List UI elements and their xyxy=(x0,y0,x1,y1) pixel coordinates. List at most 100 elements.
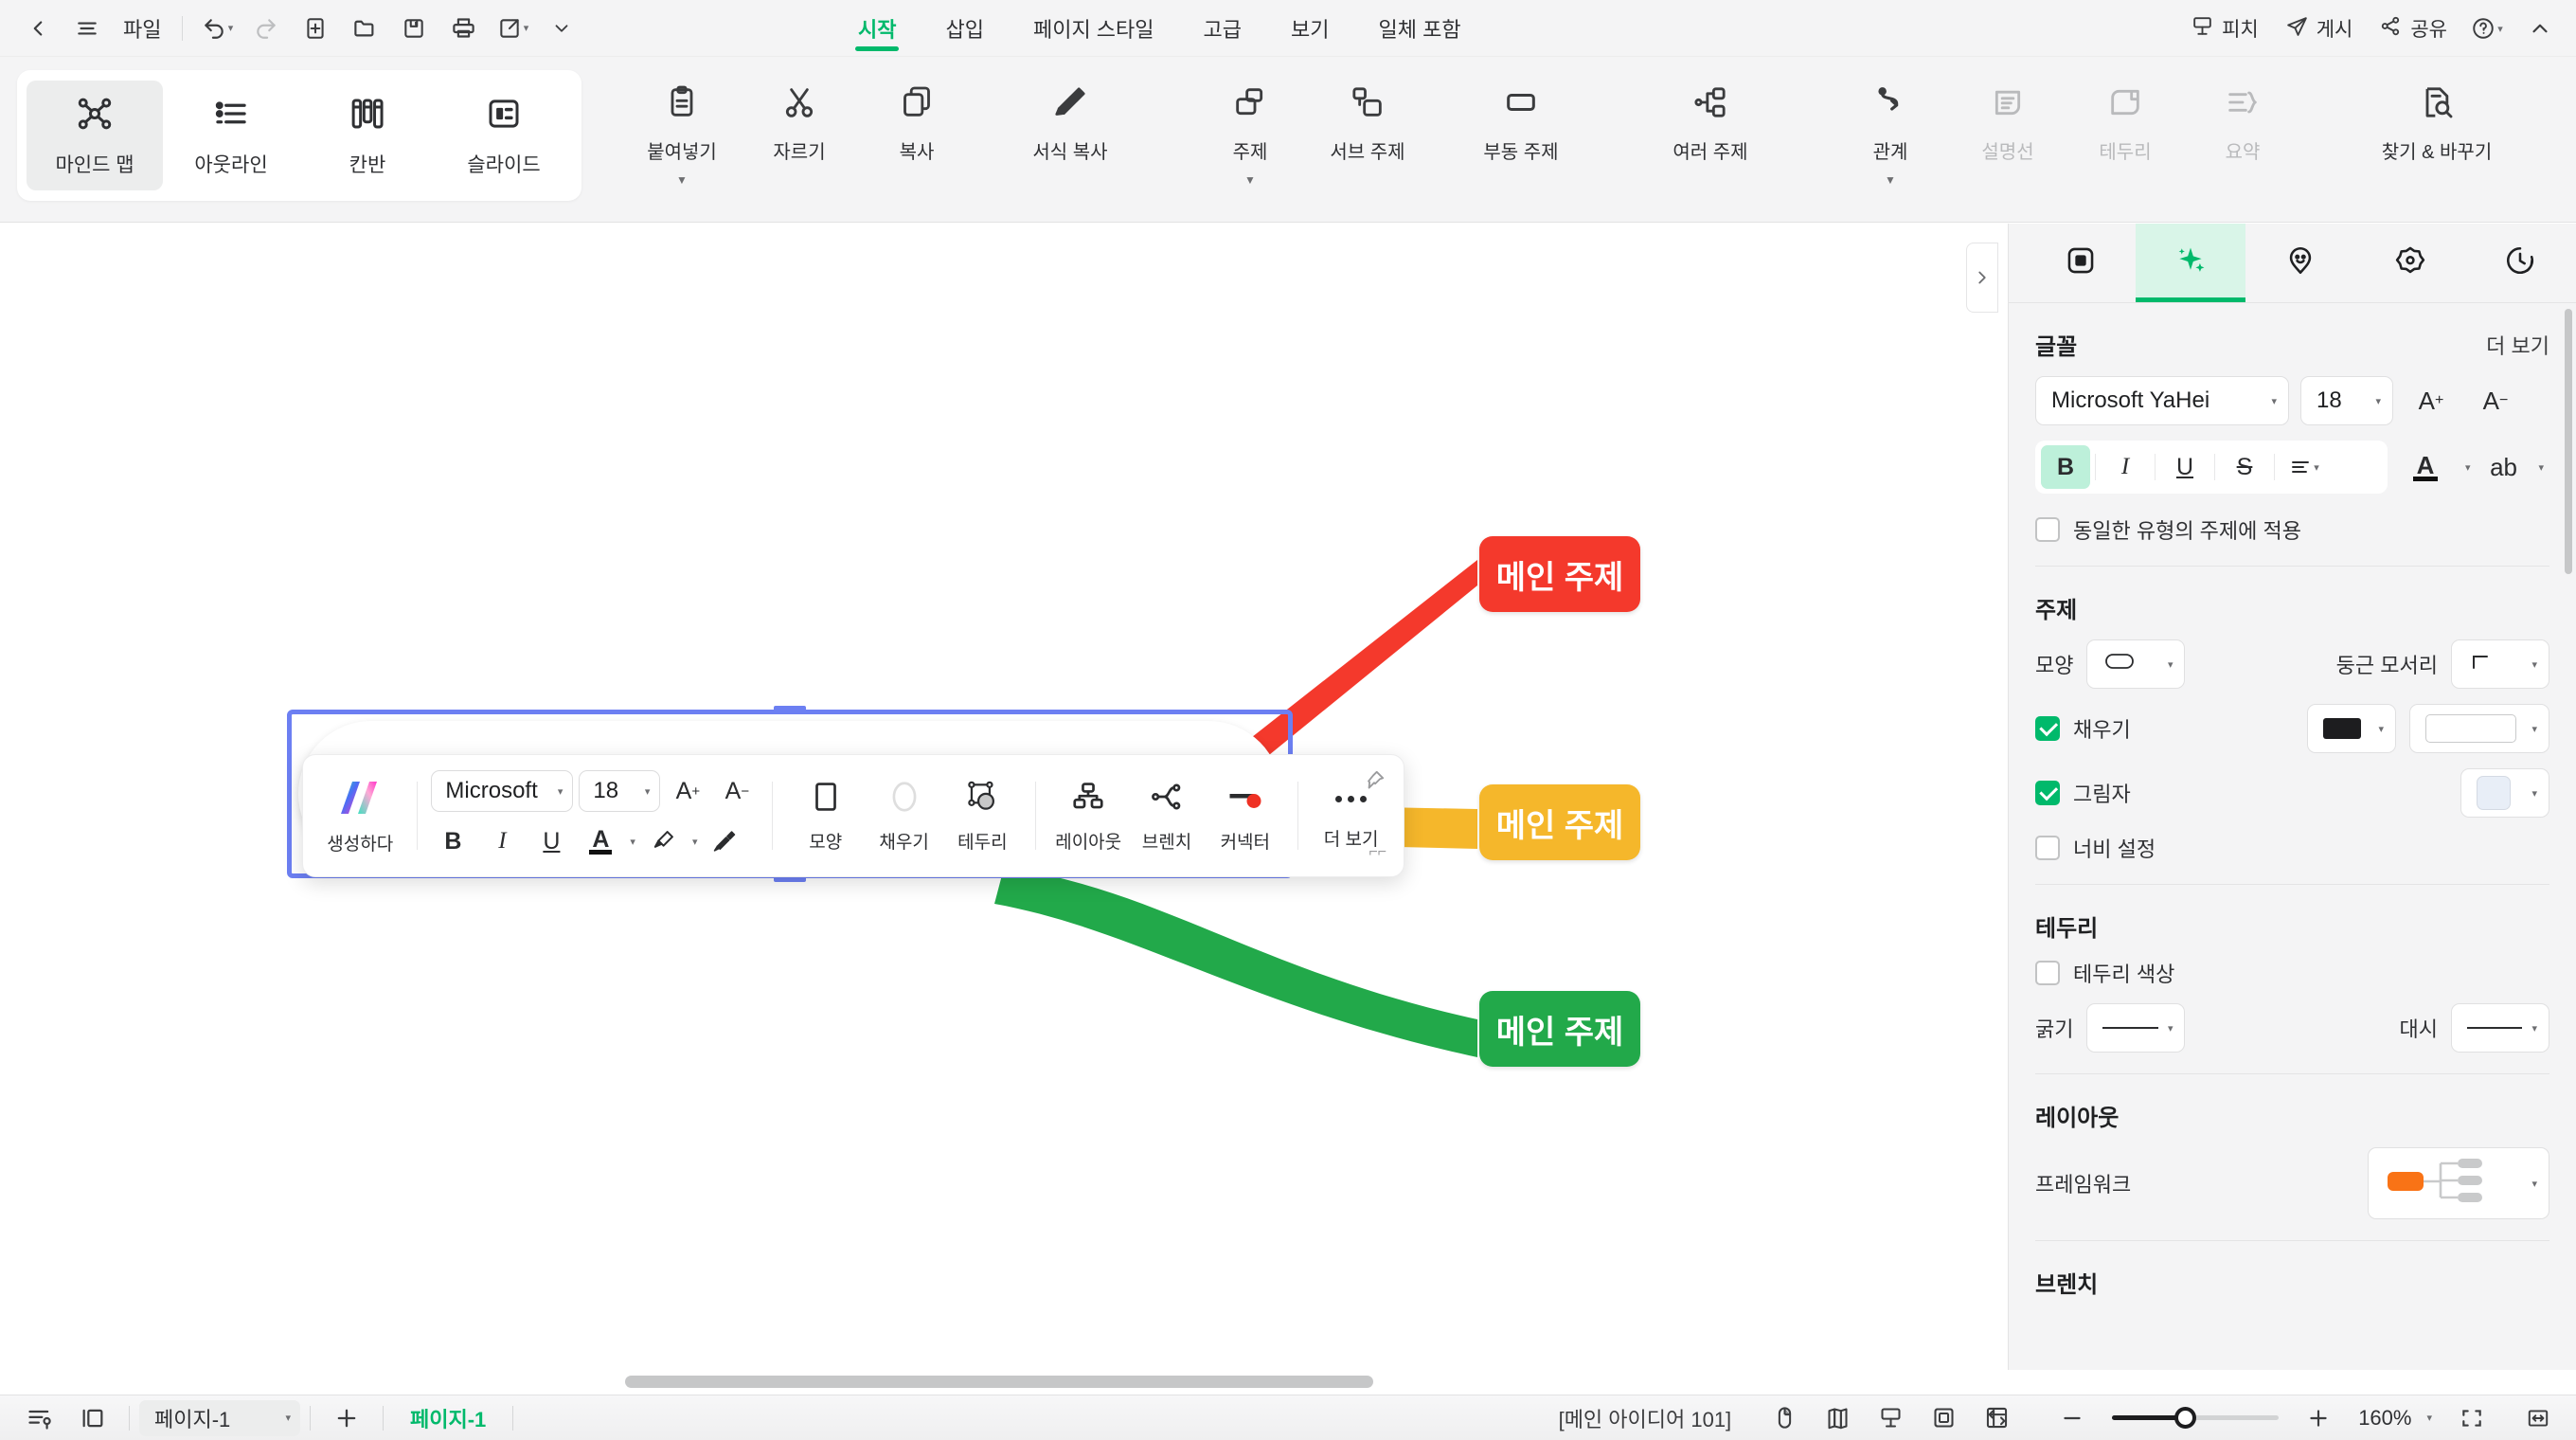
border-tool[interactable]: 테두리 xyxy=(943,773,1022,859)
more-icon[interactable] xyxy=(537,7,586,50)
zoom-in-button[interactable] xyxy=(2292,1398,2345,1438)
font-decrease-icon[interactable]: A − xyxy=(715,771,759,811)
main-topic-node-1[interactable]: 메인 주제 xyxy=(1479,536,1640,612)
fullscreen-icon[interactable] xyxy=(1970,1398,2023,1438)
chevron-down-icon[interactable]: ▾ xyxy=(692,836,698,848)
italic-button[interactable]: I xyxy=(480,821,524,861)
cut-button[interactable]: 자르기 xyxy=(741,72,858,182)
view-mode-mindmap[interactable]: 마인드 맵 xyxy=(27,81,163,190)
layout-tool[interactable]: 레이아웃 xyxy=(1049,773,1128,859)
branch-tool[interactable]: 브렌치 xyxy=(1128,773,1207,859)
publish-button[interactable]: 게시 xyxy=(2274,9,2365,49)
panel-tab-sticker[interactable] xyxy=(2245,224,2355,302)
border-color-checkbox[interactable]: 테두리 색상 xyxy=(2035,958,2174,988)
panel-view-icon[interactable] xyxy=(66,1398,119,1438)
panel-font-color-button[interactable]: A xyxy=(2399,442,2452,492)
connector-tool[interactable]: 커넥터 xyxy=(1206,773,1284,859)
panel-bold-button[interactable]: B xyxy=(2041,445,2090,489)
topic-shape-select[interactable]: ▾ xyxy=(2086,639,2186,689)
save-icon[interactable] xyxy=(389,7,438,50)
tab-일체-포함[interactable]: 일체 포함 xyxy=(1354,0,1486,57)
view-mode-outline[interactable]: 아웃라인 xyxy=(163,81,299,190)
menu-icon[interactable] xyxy=(63,7,112,50)
print-icon[interactable] xyxy=(438,7,488,50)
main-topic-node-2[interactable]: 메인 주제 xyxy=(1479,784,1640,860)
framework-select[interactable]: ▾ xyxy=(2368,1147,2549,1219)
share-button[interactable]: 공유 xyxy=(2368,9,2459,49)
font-more-link[interactable]: 더 보기 xyxy=(2486,330,2549,360)
chevron-down-icon[interactable]: ▼ xyxy=(676,174,688,186)
fit-screen-icon[interactable] xyxy=(1917,1398,1970,1438)
highlighter-icon[interactable] xyxy=(641,821,685,861)
new-icon[interactable] xyxy=(291,7,340,50)
collapse-ribbon-icon[interactable] xyxy=(2515,7,2565,50)
summary-button[interactable]: 요약 xyxy=(2184,72,2301,182)
fit-width-icon[interactable] xyxy=(2512,1398,2565,1438)
subtopic-button[interactable]: 서브 주제 xyxy=(1309,72,1426,182)
export-share-icon[interactable]: ▾ xyxy=(488,7,537,50)
file-menu[interactable]: 파일 xyxy=(112,13,172,44)
copy-button[interactable]: 복사 xyxy=(858,72,975,182)
tab-시작[interactable]: 시작 xyxy=(833,0,921,57)
panel-align-button[interactable]: ▾ xyxy=(2280,445,2329,489)
chevron-down-icon[interactable]: ▼ xyxy=(1885,174,1896,186)
chevron-down-icon[interactable]: ▾ xyxy=(630,836,635,848)
border-weight-select[interactable]: ▾ xyxy=(2086,1003,2186,1053)
help-circle-icon[interactable]: ▾ xyxy=(2462,7,2512,50)
chevron-down-icon[interactable]: ▾ xyxy=(524,22,529,34)
paste-button[interactable]: 붙여넣기 ▼ xyxy=(623,72,741,186)
topic-button[interactable]: 주제 ▼ xyxy=(1191,72,1309,186)
redo-icon[interactable] xyxy=(242,7,291,50)
relationship-button[interactable]: 관계 ▼ xyxy=(1832,72,1949,186)
open-icon[interactable] xyxy=(340,7,389,50)
floating-topic-button[interactable]: 부동 주제 xyxy=(1426,72,1616,182)
panel-strikethrough-button[interactable]: S xyxy=(2220,445,2269,489)
panel-font-family-select[interactable]: Microsoft YaHei ▾ xyxy=(2035,376,2289,425)
tab-보기[interactable]: 보기 xyxy=(1266,0,1353,57)
book-mode-icon[interactable] xyxy=(1811,1398,1864,1438)
callout-button[interactable]: 설명선 xyxy=(1949,72,2066,182)
width-checkbox[interactable]: 너비 설정 xyxy=(2035,833,2156,863)
pitch-mode-icon[interactable] xyxy=(1864,1398,1917,1438)
bold-button[interactable]: B xyxy=(431,821,474,861)
tab-페이지-스타일[interactable]: 페이지 스타일 xyxy=(1009,0,1179,57)
shape-tool[interactable]: 모양 xyxy=(786,773,865,859)
horizontal-scrollbar[interactable] xyxy=(0,1370,2008,1395)
add-page-button[interactable] xyxy=(320,1398,373,1438)
zoom-level-value[interactable]: 160% xyxy=(2358,1406,2411,1431)
fill-color-select[interactable]: ▾ xyxy=(2307,704,2396,753)
panel-collapse-toggle[interactable] xyxy=(1966,243,1998,313)
font-increase-icon[interactable]: A + xyxy=(666,771,709,811)
panel-font-size-select[interactable]: 18 ▾ xyxy=(2300,376,2393,425)
zoom-slider-knob[interactable] xyxy=(2174,1407,2197,1429)
chevron-down-icon[interactable]: ▾ xyxy=(2539,461,2545,474)
view-mode-kanban[interactable]: 칸반 xyxy=(299,81,436,190)
outline-view-icon[interactable] xyxy=(13,1398,66,1438)
mouse-mode-icon[interactable] xyxy=(1758,1398,1811,1438)
page-tab-active[interactable]: 페이지-1 xyxy=(393,1403,503,1433)
fill-checkbox[interactable]: 채우기 xyxy=(2035,713,2131,744)
view-mode-slide[interactable]: 슬라이드 xyxy=(436,81,572,190)
panel-scrollbar[interactable] xyxy=(2565,309,2572,574)
panel-tab-ai-style[interactable] xyxy=(2136,224,2245,302)
boundary-button[interactable]: 테두리 xyxy=(2066,72,2184,182)
mindmap-canvas[interactable]: 신제품 '스마트워치 X' 출시 마케팅 전략 메인 주제 메인 주제 메인 주… xyxy=(0,224,2008,1370)
back-icon[interactable] xyxy=(13,7,63,50)
zoom-out-button[interactable] xyxy=(2046,1398,2099,1438)
font-color-button[interactable]: A xyxy=(579,821,622,861)
font-size-select[interactable]: 18 ▾ xyxy=(579,770,661,812)
find-replace-button[interactable]: 찾기 & 바꾸기 xyxy=(2328,72,2546,182)
font-family-select[interactable]: Microsoft ▾ xyxy=(431,770,574,812)
panel-font-increase-icon[interactable]: A + xyxy=(2405,376,2458,425)
multi-topic-button[interactable]: 여러 주제 xyxy=(1616,72,1805,182)
panel-text-case-button[interactable]: ab xyxy=(2482,442,2526,492)
clear-format-icon[interactable] xyxy=(703,821,746,861)
shadow-style-select[interactable]: ▾ xyxy=(2460,768,2549,818)
panel-font-decrease-icon[interactable]: A − xyxy=(2469,376,2522,425)
undo-icon[interactable]: ▾ xyxy=(192,7,242,50)
underline-button[interactable]: U xyxy=(529,821,573,861)
selection-handle-top[interactable] xyxy=(774,706,806,714)
panel-underline-button[interactable]: U xyxy=(2160,445,2209,489)
scrollbar-thumb[interactable] xyxy=(625,1376,1373,1388)
chevron-down-icon[interactable]: ▾ xyxy=(2426,1412,2432,1424)
